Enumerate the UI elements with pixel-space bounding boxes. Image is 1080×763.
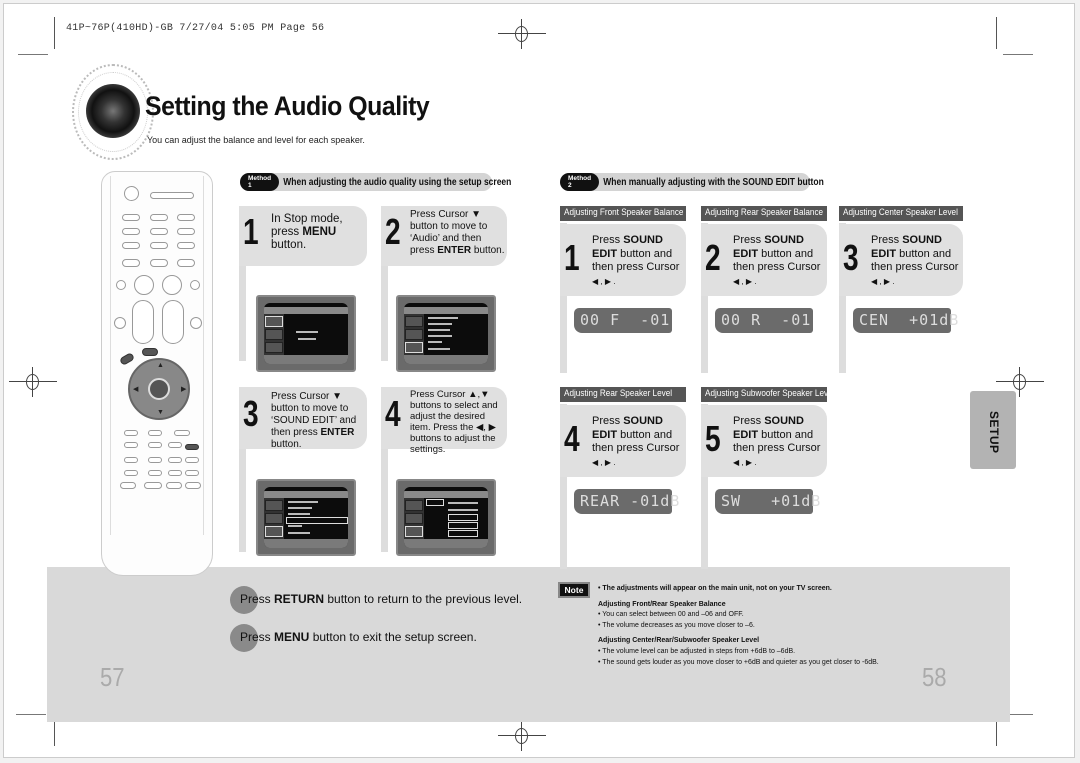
method1-title: When adjusting the audio quality using t…	[283, 176, 512, 188]
sound-edit-button-icon	[185, 444, 199, 450]
cursor-arrows-icon: ◀ , ▶ .	[592, 457, 616, 467]
method2-step: 3 Press SOUND EDIT button and then press C…	[839, 224, 963, 296]
registration-mark	[498, 19, 546, 49]
mode-selector-icon	[150, 192, 194, 199]
method1-step-2: 2 Press Cursor ▼ button to move to ‘Audi…	[381, 206, 507, 266]
method1-step-4: 4 Press Cursor ▲,▼ buttons to select and…	[381, 387, 507, 455]
front-panel-display: REAR -01dB	[574, 489, 679, 514]
stop-button-icon	[134, 275, 154, 295]
method2-step: 1 Press SOUND EDIT button and then press C…	[560, 224, 686, 296]
footer-band	[47, 567, 1010, 722]
note-item: • The sound gets louder as you move clos…	[598, 659, 879, 666]
method2-step: 2 Press SOUND EDIT button and then press C…	[701, 224, 827, 296]
note-item: • The volume decreases as you move close…	[598, 622, 755, 629]
cursor-arrows-icon: ◀ , ▶ .	[733, 276, 757, 286]
tv-screen-audio-menu	[396, 295, 496, 372]
crop-mark	[1003, 54, 1033, 55]
note-item: • You can select between 00 and –06 and …	[598, 611, 744, 618]
play-pause-button-icon	[162, 275, 182, 295]
front-panel-display: SW +01dB	[715, 489, 820, 514]
tip-menu: Press MENU button to exit the setup scre…	[230, 624, 477, 652]
note-label: Note	[558, 582, 590, 598]
crop-mark	[54, 17, 55, 49]
method2-step: 5 Press SOUND EDIT button and then press C…	[701, 405, 827, 477]
tuning-rocker-icon	[162, 300, 184, 344]
method2-title: When manually adjusting with the SOUND E…	[603, 176, 824, 188]
crop-mark	[18, 54, 48, 55]
cursor-arrows-icon: ◀ , ▶ .	[733, 457, 757, 467]
tip-return: Press RETURN button to return to the pre…	[230, 586, 522, 614]
section-heading: Adjusting Front Speaker Balance	[560, 206, 686, 221]
crop-mark	[16, 714, 46, 715]
method2-tag: Method 2	[560, 173, 600, 191]
section-heading: Adjusting Center Speaker Level	[839, 206, 963, 221]
note-group-heading: Adjusting Center/Rear/Subwoofer Speaker …	[598, 637, 760, 644]
cursor-arrows-icon: ◀ , ▶ .	[592, 276, 616, 286]
method1-heading: Method 1 When adjusting the audio qualit…	[240, 173, 511, 191]
section-heading: Adjusting Rear Speaker Level	[560, 387, 686, 402]
section-heading: Adjusting Subwoofer Speaker Level	[701, 387, 827, 402]
tv-screen-setup-menu	[256, 295, 356, 372]
setup-section-tab: SETUP	[970, 391, 1016, 469]
page-number-left: 57	[100, 662, 125, 692]
note-main: • The adjustments will appear on the mai…	[598, 585, 832, 592]
method1-step-3: 3 Press Cursor ▼ button to move to ‘SOUN…	[239, 387, 367, 450]
speaker-icon	[70, 62, 156, 162]
page-number-right: 58	[922, 662, 947, 692]
front-panel-display: 00 R -01	[715, 308, 813, 333]
page-title: Setting the Audio Quality	[145, 91, 430, 121]
page-subtitle: You can adjust the balance and level for…	[147, 135, 365, 145]
tv-screen-sound-edit-settings	[396, 479, 496, 556]
return-button-icon	[118, 352, 136, 366]
section-heading: Adjusting Rear Speaker Balance	[701, 206, 827, 221]
manual-page: 41P~76P(410HD)-GB 7/27/04 5:05 PM Page 5…	[3, 3, 1075, 758]
front-panel-display: 00 F -01	[574, 308, 672, 333]
method2-heading: Method 2 When manually adjusting with th…	[560, 173, 824, 191]
method1-tag: Method 1	[240, 173, 280, 191]
print-header: 41P~76P(410HD)-GB 7/27/04 5:05 PM Page 5…	[66, 23, 325, 34]
volume-rocker-icon	[132, 300, 154, 344]
cursor-pad-icon: ▲ ▼ ◀ ▶	[128, 358, 190, 420]
registration-mark	[9, 367, 57, 397]
registration-mark	[498, 721, 546, 751]
tv-screen-sound-edit-select	[256, 479, 356, 556]
cursor-arrows-icon: ◀ , ▶ .	[871, 276, 895, 286]
remote-control-illustration: ▲ ▼ ◀ ▶	[101, 171, 213, 576]
menu-button-icon	[142, 348, 158, 356]
crop-mark	[996, 17, 997, 49]
power-button-icon	[124, 186, 139, 201]
note-group-heading: Adjusting Front/Rear Speaker Balance	[598, 601, 726, 608]
method2-step: 4 Press SOUND EDIT button and then press C…	[560, 405, 686, 477]
method1-step-1: 1 In Stop mode, press MENU button.	[239, 206, 367, 266]
front-panel-display: CEN +01dB	[853, 308, 958, 333]
note-item: • The volume level can be adjusted in st…	[598, 648, 796, 655]
